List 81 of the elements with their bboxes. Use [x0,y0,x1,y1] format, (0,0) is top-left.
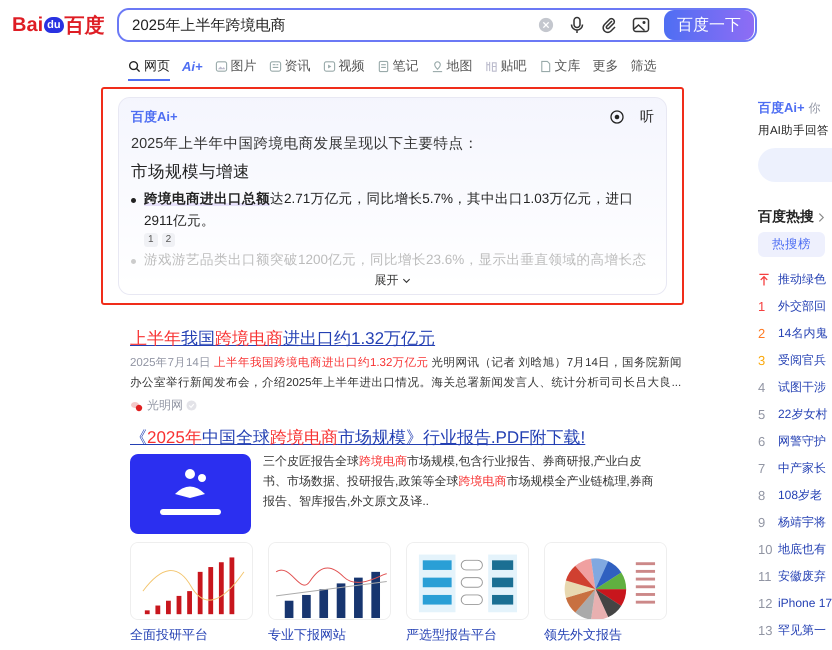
chevron-right-icon[interactable] [818,212,825,222]
search-tab[interactable]: 资讯 [268,57,311,81]
rank-number: 7 [758,460,766,476]
search-tab[interactable]: Ai+ [182,57,203,81]
hot-search-link[interactable]: 地底也有 [778,540,826,558]
verified-icon [186,400,197,411]
rank-number: 5 [758,406,766,422]
document-icon [538,60,552,72]
rank-number: 1 [758,298,766,314]
hot-search-link[interactable]: 14名内鬼 [778,324,828,342]
search-tab[interactable]: 文库 [538,57,581,81]
answer-bullet: 游戏游艺品类出口额突破1200亿元，同比增长23.6%，显示出垂直领域的高增长态 [144,251,646,269]
search-icon [128,60,141,72]
hot-search-title[interactable]: 百度热搜 [758,208,814,226]
hot-search-link[interactable]: 试图干涉 [778,378,826,396]
search-tab[interactable]: 更多 [592,57,619,81]
expand-button[interactable]: 展开 [374,272,410,289]
rank-number: 2 [758,326,766,340]
hot-search-link[interactable]: 杨靖宇将 [778,514,826,530]
rank-number: 13 [758,622,772,638]
rank-number: 4 [758,380,766,394]
hot-search-link[interactable]: 外交部回 [778,298,826,314]
answer-intro: 2025年上半年中国跨境电商发展呈现以下主要特点： [131,134,480,153]
citation-badge[interactable]: 1 [144,233,158,247]
search-tab[interactable]: 视频 [322,57,365,81]
map-pin-icon [430,60,444,72]
hot-search-link[interactable]: 受阅官兵 [778,352,826,368]
result-snippet: 三个皮匠报告全球跨境电商市场规模,包含行业报告、券商研报,产业白皮书、市场数据、投研报告,政策等全球跨境电商市场规模全产业链梳理,券商报告、智库报告,外文原文及译.. [263,453,655,510]
image-icon[interactable] [632,16,650,34]
hot-search-link[interactable]: 22岁女村 [778,406,828,422]
tieba-icon [484,60,498,72]
ai-brand: 百度Ai+ [758,99,805,117]
search-tab[interactable]: 网页 [128,57,170,81]
news-icon [268,60,282,72]
logo-text: Bai [12,14,44,36]
search-tab[interactable]: 贴吧 [484,57,527,81]
search-tab[interactable]: 筛选 [630,57,657,81]
search-field[interactable]: 2025年上半年跨境电商 百度一下 [117,8,757,42]
search-tab[interactable]: 地图 [430,57,473,81]
hot-search-link[interactable]: 中产家长 [778,460,826,476]
thumbnail-caption-link[interactable]: 领先外文报告 [544,626,667,644]
paperclip-icon[interactable] [600,16,618,34]
rank-number: 8 [758,488,766,502]
chevron-down-icon [402,276,410,285]
hot-search-link[interactable]: 安徽废弃 [778,568,826,584]
hot-search-link[interactable]: 108岁老 [778,486,822,504]
hot-search-link[interactable]: 推动绿色 [778,270,826,288]
bullet-dot [131,198,136,203]
logo-paw: du [44,17,64,33]
bullet-dot [131,259,136,264]
rank-number: 10 [758,542,772,556]
rank-number: 9 [758,514,766,530]
answer-heading: 市场规模与增速 [131,162,251,183]
source-logo-icon [130,400,144,412]
record-icon[interactable] [610,110,624,124]
search-tab[interactable]: 笔记 [376,57,419,81]
answer-bullet: 跨境电商进出口总额达2.71万亿元，同比增长5.7%，其中出口1.03万亿元，进口2911亿元。 [144,190,634,230]
note-icon [376,60,390,72]
thumbnail-caption-link[interactable]: 严选型报告平台 [406,626,529,644]
result-snippet: 2025年7月14日 上半年我国跨境电商进出口约1.32万亿元 光明网讯（记者 刘晗旭）7月14日，国务院新闻办公室举行新闻发布会，介绍2025年上半年进出口情况。海关总署新闻发言人、统计分析司司长吕大良... [130,355,683,391]
video-icon [322,60,336,72]
ai-hint-text: 你 [808,100,821,117]
thumbnail-caption-link[interactable]: 专业下报网站 [268,626,391,644]
image-icon [214,60,228,72]
hot-list-tab[interactable]: 热搜榜 [758,232,825,257]
rank-number: 12 [758,596,772,610]
microphone-icon[interactable] [568,16,586,34]
rank-number: 11 [758,568,772,584]
hot-search-link[interactable]: 网警守护 [778,432,826,450]
citation-badge[interactable]: 2 [162,233,176,247]
ai-brand: 百度Ai+ [131,108,179,126]
hot-search-link[interactable]: 罕见第一 [778,622,826,638]
thumbnail-caption-link[interactable]: 全面投研平台 [130,626,253,644]
rank-number: 6 [758,434,766,448]
rank-number: 3 [758,352,766,368]
listen-button[interactable]: 听 [640,108,654,126]
ai-prompt-text: 用AI助手回答 [758,123,830,138]
hot-search-link[interactable]: iPhone 17 [778,596,832,610]
search-button[interactable]: 百度一下 [664,10,754,40]
logo-text: 百度 [64,14,105,38]
search-tab[interactable]: 图片 [214,57,257,81]
